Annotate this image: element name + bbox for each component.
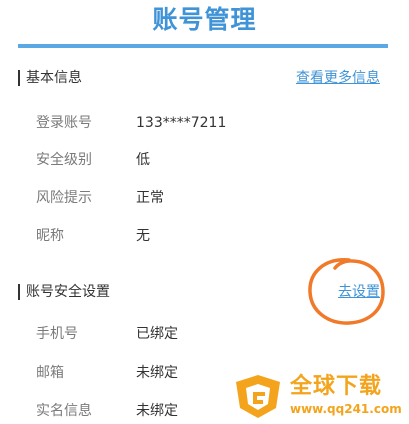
go-setup-link[interactable]: 去设置 [338,282,380,302]
row-value: 133****7211 [136,115,227,131]
security-row-phone: 手机号 已绑定 [0,323,409,345]
info-row-risk-alert: 风险提示 正常 [0,187,409,209]
info-row-security-level: 安全级别 低 [0,149,409,171]
section-marker [18,284,20,300]
row-value: 未绑定 [136,365,178,381]
security-row-email: 邮箱 未绑定 [0,362,409,384]
page-title: 账号管理 [152,5,257,34]
row-label: 风险提示 [36,190,92,206]
row-label: 邮箱 [36,365,64,381]
security-settings-header: 账号安全设置 去设置 [18,282,388,302]
row-value: 已绑定 [136,326,178,342]
row-value: 正常 [136,190,164,206]
info-row-login-account: 登录账号 133****7211 [0,112,409,134]
row-value: 未绑定 [136,403,178,419]
title-divider [18,44,388,48]
row-value: 无 [136,228,150,244]
row-label: 昵称 [36,228,64,244]
row-label: 实名信息 [36,403,92,419]
row-label: 登录账号 [36,115,92,131]
security-row-real-name: 实名信息 未绑定 [0,400,409,422]
row-label: 手机号 [36,326,78,342]
security-settings-heading: 账号安全设置 [26,284,110,300]
section-marker [18,70,20,86]
view-more-info-link[interactable]: 查看更多信息 [296,68,380,88]
info-row-nickname: 昵称 无 [0,225,409,247]
row-value: 低 [136,152,150,168]
basic-info-heading: 基本信息 [26,70,82,86]
row-label: 安全级别 [36,152,92,168]
basic-info-header: 基本信息 查看更多信息 [18,68,388,88]
